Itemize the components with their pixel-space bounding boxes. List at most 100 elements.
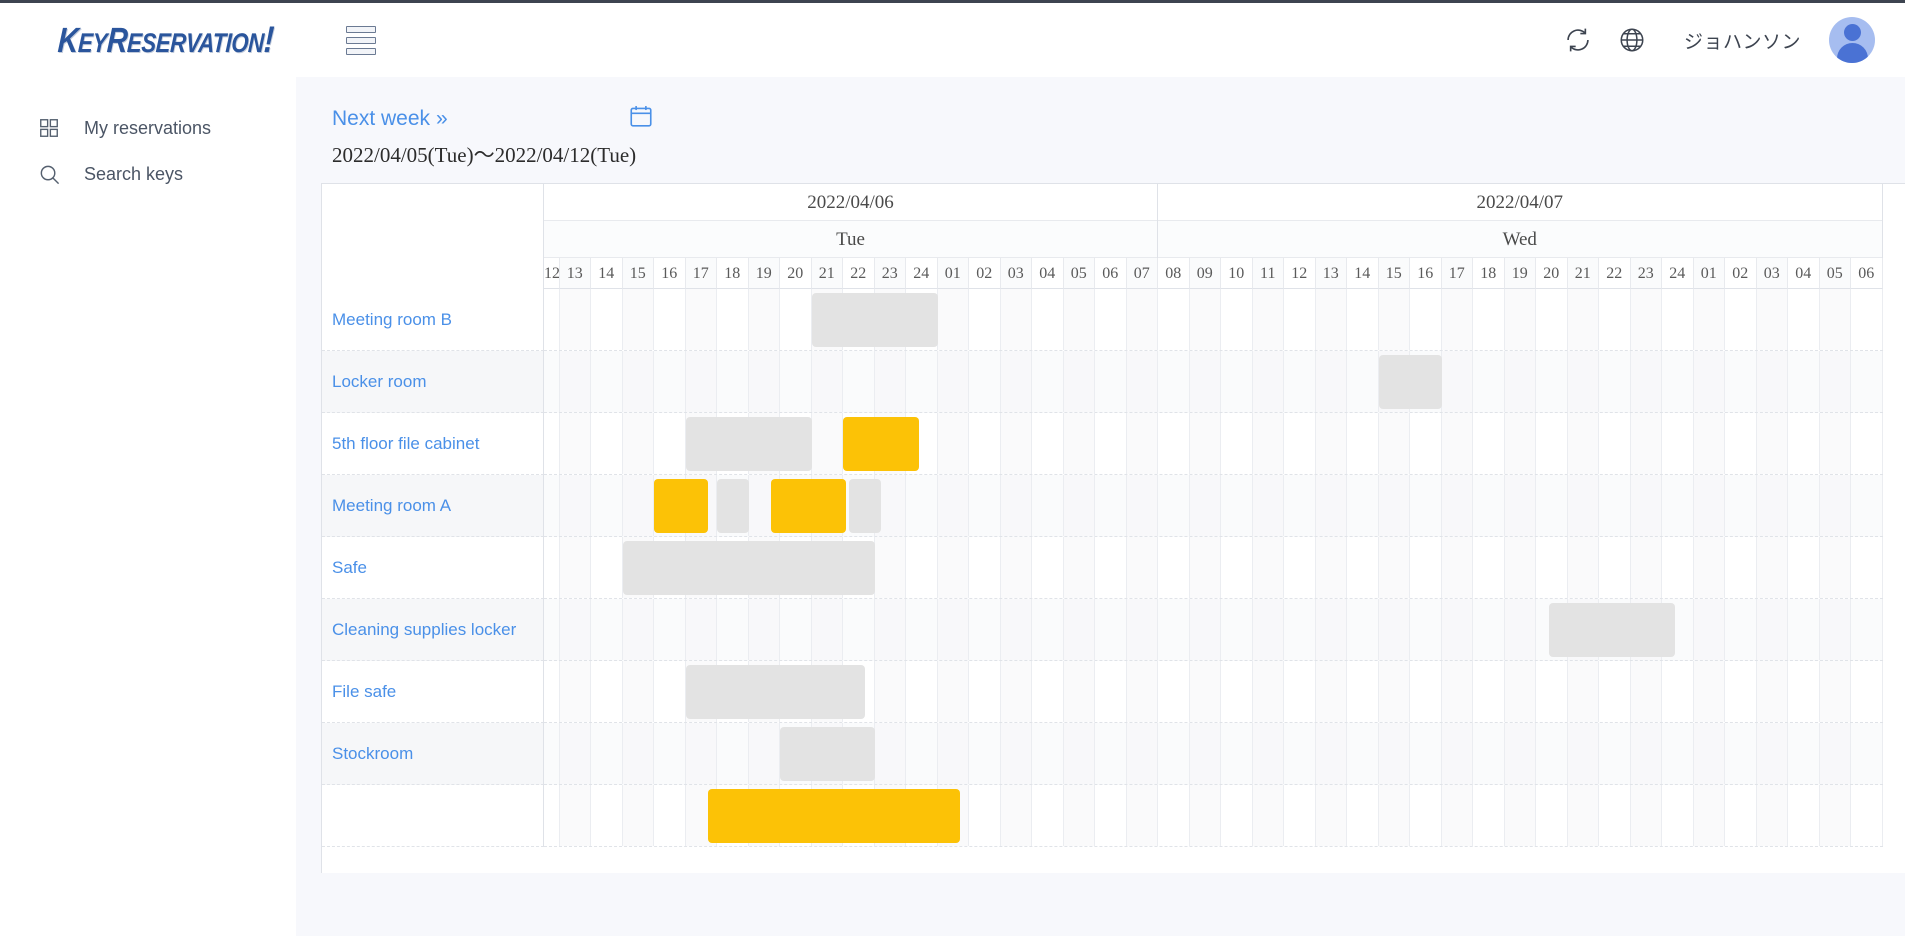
busy-block[interactable]	[780, 727, 875, 781]
schedule-cell[interactable]	[1788, 785, 1820, 846]
schedule-cell[interactable]	[1378, 723, 1410, 784]
schedule-cell[interactable]	[1158, 351, 1190, 412]
schedule-cell[interactable]	[1725, 785, 1757, 846]
user-avatar-icon[interactable]	[1829, 17, 1875, 63]
schedule-cell[interactable]	[654, 723, 686, 784]
schedule-cell[interactable]	[1725, 661, 1757, 722]
schedule-cell[interactable]	[1504, 723, 1536, 784]
sidebar-item-search-keys[interactable]: Search keys	[0, 151, 296, 197]
schedule-cell[interactable]	[1221, 289, 1253, 350]
schedule-cell[interactable]	[1095, 785, 1127, 846]
schedule-cell[interactable]	[1063, 351, 1095, 412]
schedule-cell[interactable]	[811, 599, 843, 660]
busy-block[interactable]	[685, 665, 866, 719]
schedule-cell[interactable]	[1410, 289, 1442, 350]
schedule-cell[interactable]	[1567, 537, 1599, 598]
schedule-cell[interactable]	[1851, 537, 1883, 598]
schedule-cell[interactable]	[654, 413, 686, 474]
schedule-cell[interactable]	[1725, 413, 1757, 474]
schedule-cell[interactable]	[1441, 537, 1473, 598]
schedule-cell[interactable]	[969, 475, 1001, 536]
schedule-cell[interactable]	[1378, 413, 1410, 474]
schedule-cell[interactable]	[1630, 413, 1662, 474]
schedule-cell[interactable]	[1095, 661, 1127, 722]
schedule-cell[interactable]	[1693, 785, 1725, 846]
schedule-cell[interactable]	[1378, 785, 1410, 846]
schedule-cell[interactable]	[1662, 289, 1694, 350]
schedule-cell[interactable]	[1063, 475, 1095, 536]
schedule-cell[interactable]	[1662, 723, 1694, 784]
schedule-cell[interactable]	[1158, 599, 1190, 660]
schedule-cell[interactable]	[1851, 351, 1883, 412]
schedule-cell[interactable]	[1315, 785, 1347, 846]
schedule-cell[interactable]	[1630, 723, 1662, 784]
schedule-row-track[interactable]	[544, 289, 1883, 351]
hour-header-cell[interactable]: 05	[1819, 258, 1851, 289]
schedule-cell[interactable]	[1473, 475, 1505, 536]
schedule-cell[interactable]	[1032, 351, 1064, 412]
schedule-cell[interactable]	[1095, 599, 1127, 660]
schedule-cell[interactable]	[1725, 599, 1757, 660]
schedule-cell[interactable]	[1000, 351, 1032, 412]
schedule-cell[interactable]	[906, 599, 938, 660]
schedule-cell[interactable]	[559, 599, 591, 660]
schedule-row-track[interactable]	[544, 661, 1883, 723]
schedule-cell[interactable]	[1126, 785, 1158, 846]
schedule-cell[interactable]	[874, 723, 906, 784]
schedule-cell[interactable]	[1347, 289, 1379, 350]
hour-header-cell[interactable]: 18	[717, 258, 749, 289]
schedule-cell[interactable]	[780, 351, 812, 412]
schedule-cell[interactable]	[1662, 537, 1694, 598]
hour-header-cell[interactable]: 20	[780, 258, 812, 289]
hour-header-cell[interactable]: 19	[748, 258, 780, 289]
refresh-icon[interactable]	[1562, 24, 1594, 56]
schedule-cell[interactable]	[1788, 661, 1820, 722]
schedule-cell[interactable]	[1252, 723, 1284, 784]
schedule-cell[interactable]	[1504, 599, 1536, 660]
busy-block[interactable]	[1548, 603, 1675, 657]
schedule-cell[interactable]	[969, 351, 1001, 412]
schedule-cell[interactable]	[1284, 661, 1316, 722]
schedule-cell[interactable]	[1567, 723, 1599, 784]
schedule-cell[interactable]	[937, 537, 969, 598]
schedule-cell[interactable]	[1851, 599, 1883, 660]
schedule-cell[interactable]	[654, 785, 686, 846]
schedule-cell[interactable]	[622, 661, 654, 722]
schedule-cell[interactable]	[937, 413, 969, 474]
schedule-cell[interactable]	[937, 599, 969, 660]
schedule-cell[interactable]	[1504, 351, 1536, 412]
schedule-cell[interactable]	[1693, 599, 1725, 660]
schedule-cell[interactable]	[544, 289, 560, 350]
schedule-cell[interactable]	[1410, 723, 1442, 784]
hour-header-cell[interactable]: 11	[1252, 258, 1284, 289]
schedule-cell[interactable]	[1221, 661, 1253, 722]
schedule-cell[interactable]	[1221, 537, 1253, 598]
schedule-cell[interactable]	[1189, 351, 1221, 412]
schedule-cell[interactable]	[969, 785, 1001, 846]
hour-header-cell[interactable]: 13	[559, 258, 591, 289]
hour-header-cell[interactable]: 06	[1851, 258, 1883, 289]
schedule-cell[interactable]	[1189, 785, 1221, 846]
schedule-cell[interactable]	[1851, 723, 1883, 784]
schedule-cell[interactable]	[1441, 475, 1473, 536]
resource-link[interactable]: Stockroom	[332, 744, 413, 764]
schedule-cell[interactable]	[1000, 661, 1032, 722]
schedule-cell[interactable]	[591, 413, 623, 474]
hour-header-cell[interactable]: 04	[1032, 258, 1064, 289]
reservation-block[interactable]	[707, 789, 960, 843]
schedule-cell[interactable]	[1536, 413, 1568, 474]
schedule-cell[interactable]	[1819, 289, 1851, 350]
schedule-cell[interactable]	[1504, 413, 1536, 474]
schedule-cell[interactable]	[1126, 413, 1158, 474]
schedule-cell[interactable]	[1536, 289, 1568, 350]
schedule-cell[interactable]	[1788, 475, 1820, 536]
schedule-cell[interactable]	[1536, 661, 1568, 722]
busy-block[interactable]	[717, 479, 749, 533]
schedule-cell[interactable]	[1788, 599, 1820, 660]
schedule-cell[interactable]	[1063, 289, 1095, 350]
schedule-cell[interactable]	[1284, 723, 1316, 784]
hour-header-cell[interactable]: 23	[1630, 258, 1662, 289]
schedule-cell[interactable]	[1441, 599, 1473, 660]
schedule-cell[interactable]	[1189, 723, 1221, 784]
schedule-cell[interactable]	[1347, 785, 1379, 846]
